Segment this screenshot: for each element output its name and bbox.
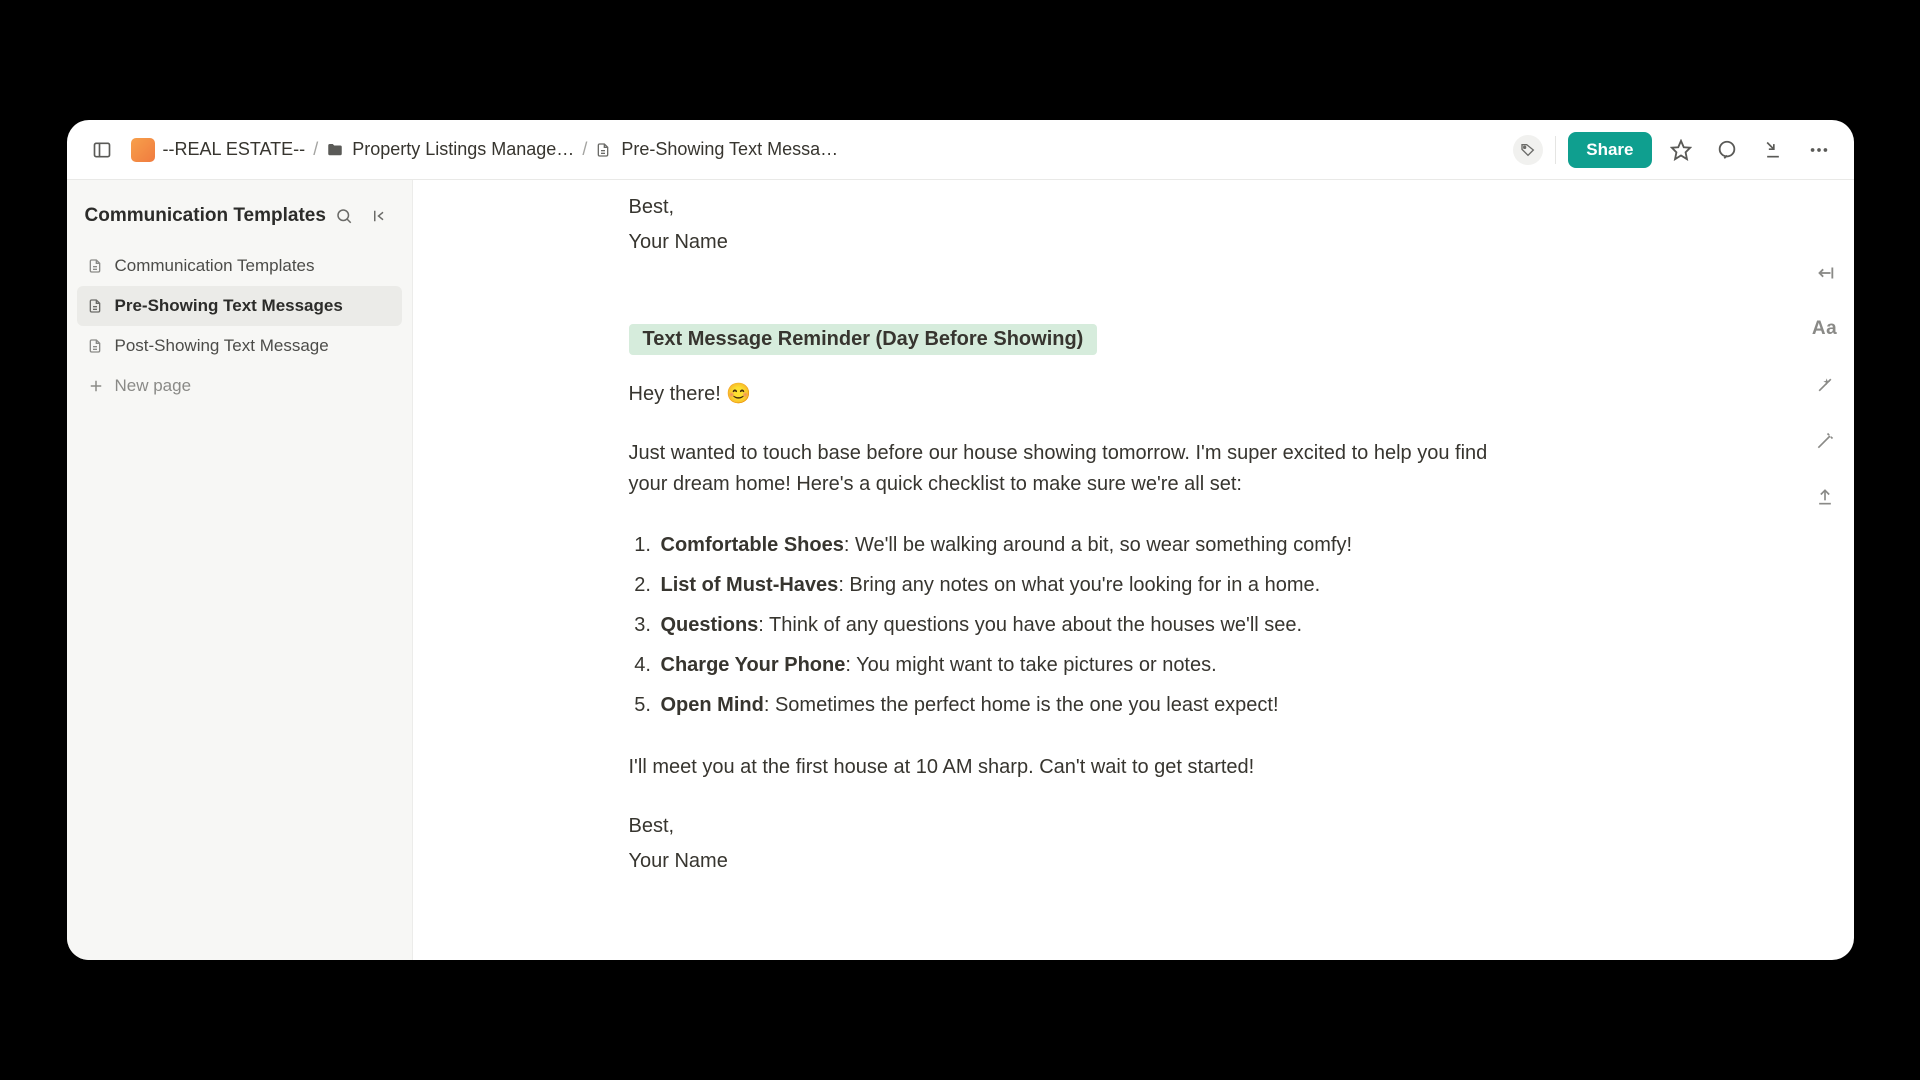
- checklist: Comfortable Shoes: We'll be walking arou…: [629, 528, 1529, 722]
- sidebar-new-page[interactable]: New page: [77, 366, 402, 406]
- sidebar-item-pre-showing[interactable]: Pre-Showing Text Messages: [77, 286, 402, 326]
- app-window: --REAL ESTATE-- / Property Listings Mana…: [67, 120, 1854, 960]
- rail-magic-button[interactable]: [1810, 426, 1840, 456]
- page-icon: [87, 297, 105, 315]
- sidebar-header: Communication Templates: [67, 190, 412, 244]
- collapse-icon: [371, 207, 389, 225]
- sidebar-item-label: Pre-Showing Text Messages: [115, 296, 343, 316]
- breadcrumb-separator: /: [313, 139, 318, 160]
- sidebar: Communication Templates Communication Te…: [67, 180, 413, 960]
- greeting-line: Hey there! 😊: [629, 379, 1529, 410]
- checklist-item: Questions: Think of any questions you ha…: [657, 608, 1529, 642]
- document-content[interactable]: Best, Your Name Text Message Reminder (D…: [413, 180, 1854, 960]
- signoff-name: Your Name: [629, 846, 1529, 877]
- sidebar-list: Communication Templates Pre-Showing Text…: [67, 244, 412, 408]
- sidebar-item-communication-templates[interactable]: Communication Templates: [77, 246, 402, 286]
- folder-icon: [326, 141, 344, 159]
- rail-typography[interactable]: Aa: [1810, 314, 1840, 344]
- tag-icon: [1520, 142, 1536, 158]
- search-icon: [335, 207, 353, 225]
- arrow-left-bar-icon: [1814, 262, 1836, 284]
- sparkle-icon: [1815, 375, 1835, 395]
- breadcrumb-separator: /: [582, 139, 587, 160]
- star-icon: [1670, 139, 1692, 161]
- workspace-icon: [131, 138, 155, 162]
- sidebar-item-label: Post-Showing Text Message: [115, 336, 329, 356]
- prev-signoff-line: Best,: [629, 192, 1529, 223]
- breadcrumb-folder-label: Property Listings Manage…: [352, 139, 574, 160]
- checklist-item: List of Must-Haves: Bring any notes on w…: [657, 568, 1529, 602]
- download-button[interactable]: [1756, 133, 1790, 167]
- breadcrumb-workspace[interactable]: --REAL ESTATE--: [131, 138, 306, 162]
- sidebar-title: Communication Templates: [85, 205, 326, 227]
- chat-icon: [1716, 139, 1738, 161]
- sidebar-search-button[interactable]: [330, 202, 358, 230]
- dots-icon: [1808, 139, 1830, 161]
- sidebar-item-post-showing[interactable]: Post-Showing Text Message: [77, 326, 402, 366]
- sidebar-collapse-button[interactable]: [366, 202, 394, 230]
- breadcrumb-folder[interactable]: Property Listings Manage…: [326, 139, 574, 160]
- topbar: --REAL ESTATE-- / Property Listings Mana…: [67, 120, 1854, 180]
- right-rail: Aa: [1810, 258, 1840, 512]
- plus-icon: [87, 377, 105, 395]
- page-icon: [87, 337, 105, 355]
- rail-width-toggle[interactable]: [1810, 258, 1840, 288]
- rail-ai-button[interactable]: [1810, 370, 1840, 400]
- comments-button[interactable]: [1710, 133, 1744, 167]
- section-heading-text: Text Message Reminder (Day Before Showin…: [629, 324, 1098, 355]
- breadcrumb-page[interactable]: Pre-Showing Text Messa…: [595, 139, 838, 160]
- toggle-sidebar-button[interactable]: [85, 133, 119, 167]
- more-button[interactable]: [1802, 133, 1836, 167]
- download-icon: [1763, 140, 1783, 160]
- panel-icon: [92, 140, 112, 160]
- tags-button[interactable]: [1513, 135, 1543, 165]
- main: Best, Your Name Text Message Reminder (D…: [413, 180, 1854, 960]
- rail-export-button[interactable]: [1810, 482, 1840, 512]
- upload-icon: [1815, 487, 1835, 507]
- wand-icon: [1815, 431, 1835, 451]
- breadcrumb-workspace-label: --REAL ESTATE--: [163, 139, 306, 160]
- breadcrumb: --REAL ESTATE-- / Property Listings Mana…: [131, 138, 839, 162]
- meeting-line: I'll meet you at the first house at 10 A…: [629, 752, 1529, 783]
- sidebar-new-page-label: New page: [115, 376, 192, 396]
- checklist-item: Charge Your Phone: You might want to tak…: [657, 648, 1529, 682]
- favorite-button[interactable]: [1664, 133, 1698, 167]
- sidebar-item-label: Communication Templates: [115, 256, 315, 276]
- checklist-item: Open Mind: Sometimes the perfect home is…: [657, 688, 1529, 722]
- signoff-line: Best,: [629, 811, 1529, 842]
- page-icon: [87, 257, 105, 275]
- intro-paragraph: Just wanted to touch base before our hou…: [629, 438, 1529, 500]
- breadcrumb-page-label: Pre-Showing Text Messa…: [621, 139, 838, 160]
- share-button[interactable]: Share: [1568, 132, 1651, 168]
- page-icon: [595, 141, 613, 159]
- checklist-item: Comfortable Shoes: We'll be walking arou…: [657, 528, 1529, 562]
- divider: [1555, 136, 1556, 164]
- prev-signoff-name: Your Name: [629, 227, 1529, 258]
- body: Communication Templates Communication Te…: [67, 180, 1854, 960]
- section-heading: Text Message Reminder (Day Before Showin…: [629, 324, 1529, 355]
